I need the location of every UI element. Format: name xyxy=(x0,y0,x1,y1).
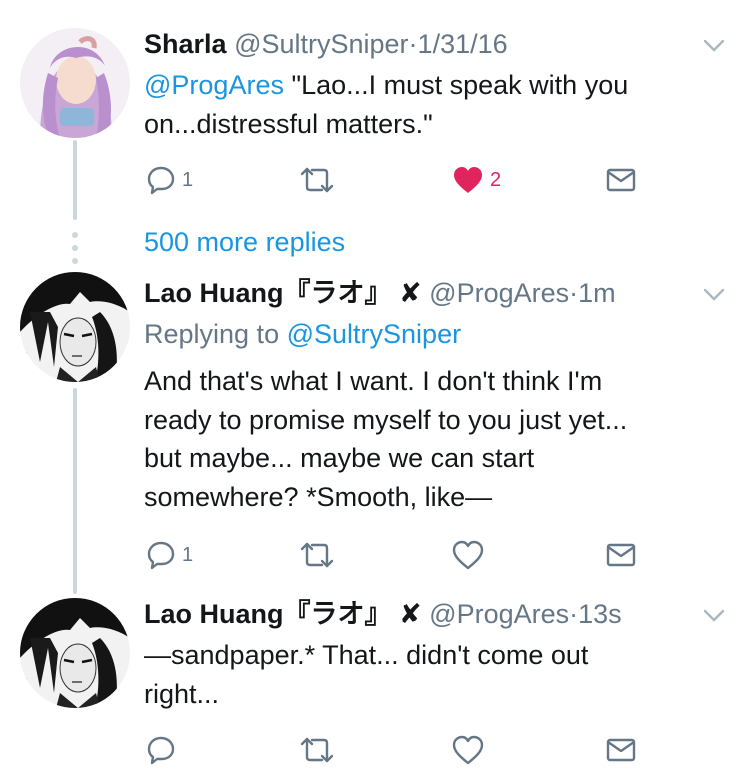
avatar-image xyxy=(20,272,130,382)
like-button[interactable] xyxy=(452,538,484,572)
tweet-text-line: on...distressful matters." xyxy=(144,108,433,139)
reply-button[interactable]: 1 xyxy=(146,538,193,572)
tweet-text-line: "Lao...I must speak with you xyxy=(291,70,629,100)
thread-line-middle xyxy=(73,388,77,594)
tweet-text: And that's what I want. I don't think I'… xyxy=(144,362,724,516)
chevron-down-icon[interactable] xyxy=(702,287,726,303)
replying-to-link[interactable]: @SultrySniper xyxy=(287,319,461,349)
retweet-icon xyxy=(300,542,334,568)
x-mark-icon: ✘ xyxy=(399,278,422,308)
more-replies-link[interactable]: 500 more replies xyxy=(144,224,345,260)
tweet-header: Lao Huang『ラオ』 ✘ @ProgAres·1m xyxy=(144,275,616,311)
replying-to: Replying to @SultrySniper xyxy=(144,316,461,352)
thread-dot xyxy=(72,245,78,251)
username[interactable]: @SultrySniper xyxy=(234,29,408,59)
x-mark-icon: ✘ xyxy=(399,599,422,629)
username[interactable]: @ProgAres xyxy=(429,278,569,308)
username[interactable]: @ProgAres xyxy=(429,599,569,629)
reply-count: 1 xyxy=(182,168,194,191)
reply-button[interactable] xyxy=(146,733,176,767)
timestamp[interactable]: 1/31/16 xyxy=(418,29,508,59)
retweet-button[interactable] xyxy=(300,538,334,572)
reply-count: 1 xyxy=(182,543,194,566)
direct-message-button[interactable] xyxy=(606,733,636,767)
dm-icon xyxy=(606,168,636,192)
tweet-text: —sandpaper.* That... didn't come out rig… xyxy=(144,636,724,713)
like-count: 2 xyxy=(490,168,502,191)
display-name[interactable]: Sharla xyxy=(144,29,227,59)
display-name[interactable]: Lao Huang『ラオ』 xyxy=(144,599,392,629)
reply-icon xyxy=(147,541,175,570)
direct-message-button[interactable] xyxy=(606,163,636,197)
replying-to-label: Replying to xyxy=(144,319,280,349)
avatar[interactable] xyxy=(20,28,130,138)
like-button[interactable]: 2 xyxy=(452,163,501,197)
avatar-image xyxy=(20,598,130,708)
tweet-header: Lao Huang『ラオ』 ✘ @ProgAres·13s xyxy=(144,596,622,632)
heart-icon xyxy=(452,540,484,570)
tweet-text-line: somewhere? *Smooth, like— xyxy=(144,481,493,512)
reply-icon xyxy=(147,166,175,195)
like-button[interactable] xyxy=(452,733,484,767)
avatar[interactable] xyxy=(20,272,130,382)
retweet-button[interactable] xyxy=(300,163,334,197)
tweet-text: @ProgAres "Lao...I must speak with you o… xyxy=(144,66,724,143)
dm-icon xyxy=(606,738,636,762)
mention-link[interactable]: @ProgAres xyxy=(144,70,284,100)
avatar[interactable] xyxy=(20,598,130,708)
timestamp[interactable]: 13s xyxy=(578,599,622,629)
dm-icon xyxy=(606,543,636,567)
reply-button[interactable]: 1 xyxy=(146,163,193,197)
retweet-button[interactable] xyxy=(300,733,334,767)
timestamp[interactable]: 1m xyxy=(578,278,616,308)
tweet-text-line: right... xyxy=(144,678,220,709)
thread-dot xyxy=(72,258,78,264)
display-name[interactable]: Lao Huang『ラオ』 xyxy=(144,278,392,308)
thread-dot xyxy=(72,232,78,238)
separator: · xyxy=(569,278,579,308)
tweet-header: Sharla @SultrySniper·1/31/16 xyxy=(144,26,508,62)
tweet-text-line: but maybe... maybe we can start xyxy=(144,443,535,473)
retweet-icon xyxy=(300,167,334,193)
retweet-icon xyxy=(300,737,334,763)
avatar-image xyxy=(20,28,130,138)
separator: · xyxy=(408,29,418,59)
tweet-text-line: ready to promise myself to you just yet.… xyxy=(144,404,628,435)
reply-icon xyxy=(147,736,175,765)
heart-icon xyxy=(452,735,484,765)
direct-message-button[interactable] xyxy=(606,538,636,572)
tweet-text-line: And that's what I want. I don't think I'… xyxy=(144,366,603,396)
tweet-text-line: —sandpaper.* That... didn't come out xyxy=(144,640,589,670)
separator: · xyxy=(569,599,579,629)
heart-icon xyxy=(454,167,482,193)
chevron-down-icon[interactable] xyxy=(702,608,726,624)
chevron-down-icon[interactable] xyxy=(702,38,726,54)
thread-line-top xyxy=(73,140,77,220)
